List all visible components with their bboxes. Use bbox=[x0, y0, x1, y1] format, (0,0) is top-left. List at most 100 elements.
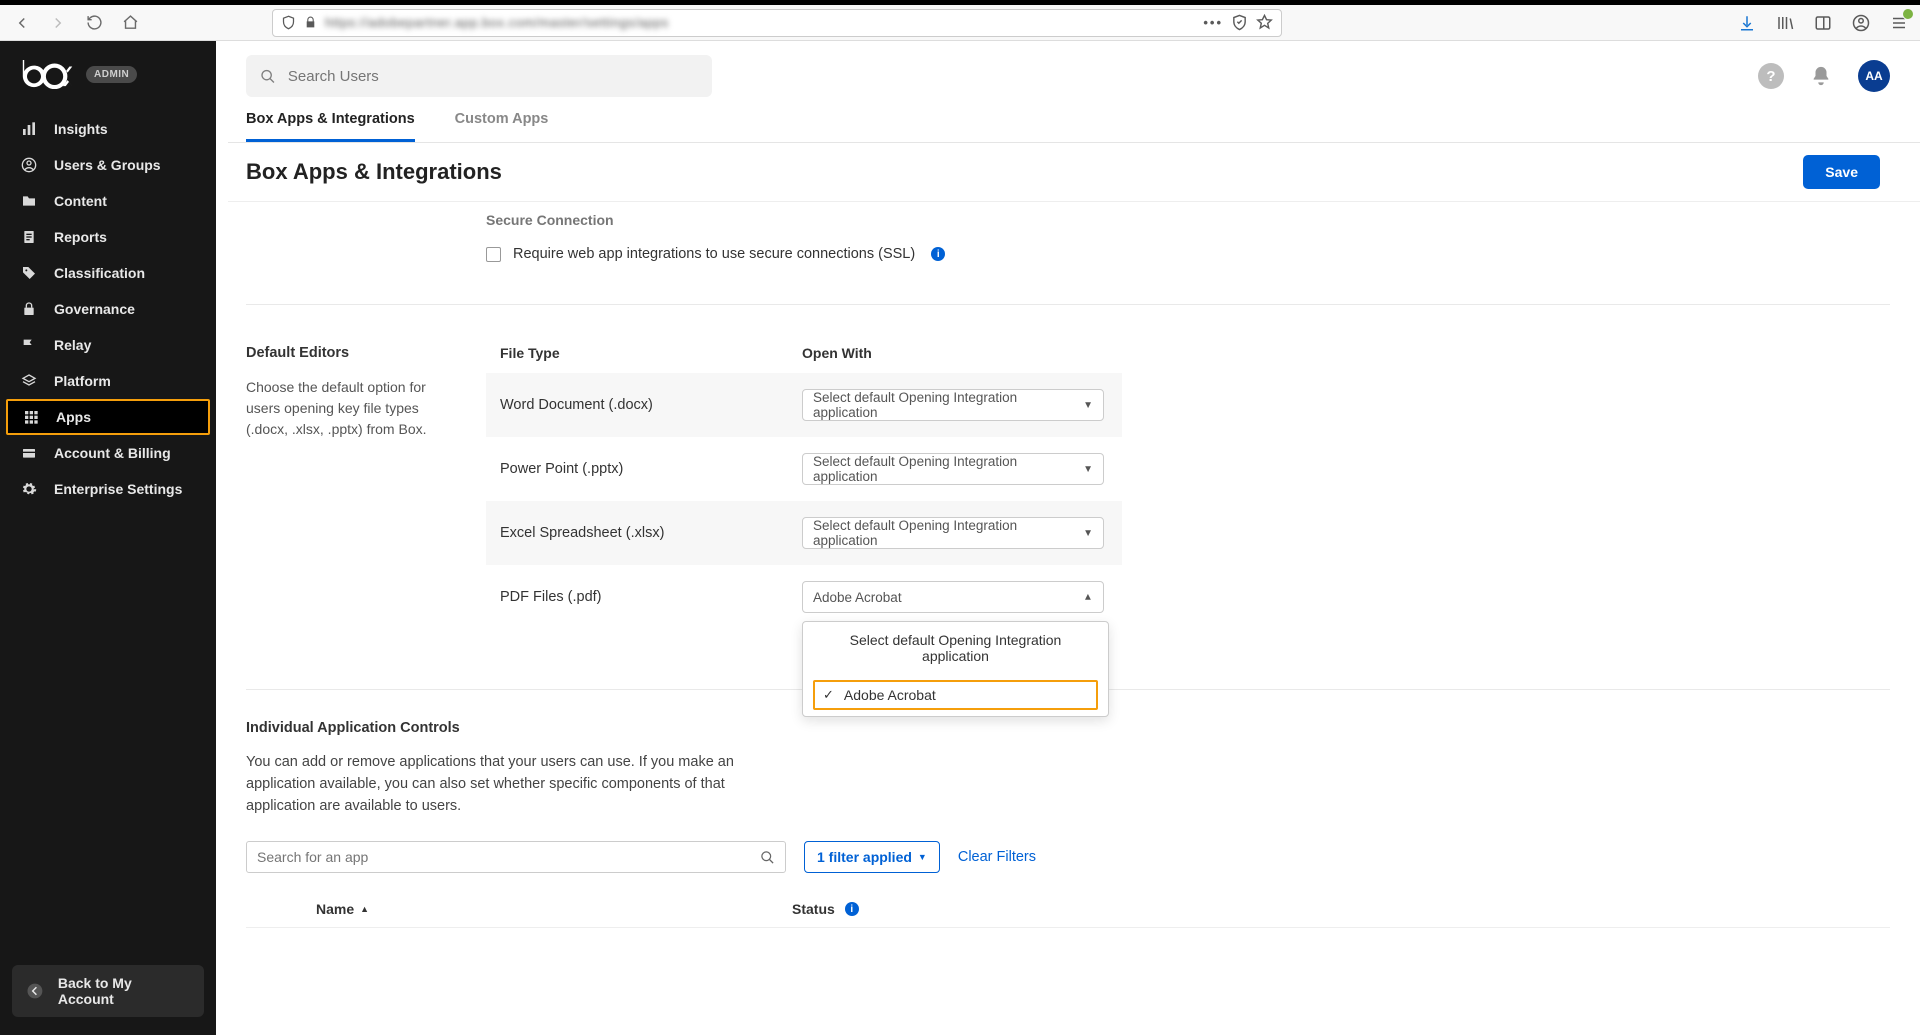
sidebar-item-settings[interactable]: Enterprise Settings bbox=[0, 471, 216, 507]
sidebar-toggle-icon[interactable] bbox=[1810, 10, 1836, 36]
browser-forward-button[interactable] bbox=[44, 9, 72, 37]
tab-custom-apps[interactable]: Custom Apps bbox=[455, 111, 549, 142]
browser-back-button[interactable] bbox=[8, 9, 36, 37]
open-with-dropdown: Select default Opening Integration appli… bbox=[802, 621, 1109, 717]
main-content: ? AA Box Apps & Integrations Custom Apps… bbox=[216, 41, 1920, 1035]
back-label: Back to My Account bbox=[58, 975, 190, 1007]
avatar[interactable]: AA bbox=[1858, 60, 1890, 92]
lock-icon bbox=[304, 16, 317, 29]
tab-box-apps[interactable]: Box Apps & Integrations bbox=[246, 111, 415, 142]
sidebar-item-billing[interactable]: Account & Billing bbox=[0, 435, 216, 471]
file-type-label: Excel Spreadsheet (.xlsx) bbox=[500, 525, 802, 541]
platform-icon bbox=[20, 372, 38, 390]
sidebar-item-platform[interactable]: Platform bbox=[0, 363, 216, 399]
box-logo bbox=[20, 59, 76, 89]
save-button[interactable]: Save bbox=[1803, 155, 1880, 189]
sidebar-item-label: Relay bbox=[54, 337, 91, 353]
individual-app-controls-section: Individual Application Controls You can … bbox=[246, 720, 1890, 928]
page-header: Box Apps & Integrations Save bbox=[228, 143, 1920, 202]
browser-home-button[interactable] bbox=[116, 9, 144, 37]
more-icon[interactable]: ••• bbox=[1203, 15, 1223, 30]
info-icon[interactable]: i bbox=[845, 902, 859, 916]
sidebar-item-reports[interactable]: Reports bbox=[0, 219, 216, 255]
editors-heading: Default Editors bbox=[246, 345, 458, 361]
sidebar-item-content[interactable]: Content bbox=[0, 183, 216, 219]
file-type-label: Word Document (.docx) bbox=[500, 397, 802, 413]
sort-asc-icon: ▲ bbox=[360, 904, 369, 914]
hamburger-menu-icon[interactable] bbox=[1886, 10, 1912, 36]
sidebar-item-label: Classification bbox=[54, 265, 145, 281]
open-with-select-pdf[interactable]: Adobe Acrobat ▼ bbox=[802, 581, 1104, 613]
app-table-header: Name ▲ Status i bbox=[246, 873, 1890, 928]
editor-row-docx: Word Document (.docx) Select default Ope… bbox=[486, 373, 1122, 437]
notifications-icon[interactable] bbox=[1808, 63, 1834, 89]
sidebar-item-label: Insights bbox=[54, 121, 108, 137]
check-icon: ✓ bbox=[823, 687, 834, 703]
folder-icon bbox=[20, 192, 38, 210]
sidebar-item-label: Enterprise Settings bbox=[54, 481, 182, 497]
sidebar-item-label: Reports bbox=[54, 229, 107, 245]
library-icon[interactable] bbox=[1772, 10, 1798, 36]
app-search-input[interactable] bbox=[257, 849, 760, 865]
topbar: ? AA bbox=[228, 41, 1920, 97]
open-with-select-pptx[interactable]: Select default Opening Integration appli… bbox=[802, 453, 1104, 485]
chevron-down-icon: ▼ bbox=[1083, 528, 1093, 539]
account-icon[interactable] bbox=[1848, 10, 1874, 36]
dropdown-option-default[interactable]: Select default Opening Integration appli… bbox=[803, 622, 1108, 674]
option-label: Adobe Acrobat bbox=[844, 687, 936, 703]
col-status-header[interactable]: Status i bbox=[792, 901, 859, 917]
apps-grid-icon bbox=[22, 408, 40, 426]
report-icon bbox=[20, 228, 38, 246]
search-icon bbox=[760, 850, 775, 865]
editors-desc: Choose the default option for users open… bbox=[246, 377, 458, 440]
col-status-label: Status bbox=[792, 901, 835, 917]
chevron-up-icon: ▼ bbox=[1083, 591, 1093, 602]
lock-icon bbox=[20, 300, 38, 318]
tabs: Box Apps & Integrations Custom Apps bbox=[228, 97, 1920, 143]
clear-filters-link[interactable]: Clear Filters bbox=[958, 849, 1036, 865]
url-text: https://adobepartner.app.box.com/master/… bbox=[325, 15, 669, 30]
secure-connection-section: Secure Connection Require web app integr… bbox=[246, 212, 1890, 305]
search-users-input[interactable] bbox=[288, 68, 698, 85]
user-icon bbox=[20, 156, 38, 174]
sidebar-item-governance[interactable]: Governance bbox=[0, 291, 216, 327]
ssl-label: Require web app integrations to use secu… bbox=[513, 246, 915, 262]
open-with-select-xlsx[interactable]: Select default Opening Integration appli… bbox=[802, 517, 1104, 549]
app-search[interactable] bbox=[246, 841, 786, 873]
gear-icon bbox=[20, 480, 38, 498]
bookmark-star-icon[interactable] bbox=[1256, 14, 1273, 31]
page-title: Box Apps & Integrations bbox=[246, 159, 502, 185]
section-heading: Secure Connection bbox=[486, 212, 1890, 228]
relay-icon bbox=[20, 336, 38, 354]
chevron-down-icon: ▼ bbox=[918, 852, 927, 862]
info-icon[interactable]: i bbox=[931, 247, 945, 261]
sidebar-item-label: Apps bbox=[56, 409, 91, 425]
sidebar-item-relay[interactable]: Relay bbox=[0, 327, 216, 363]
dropdown-option-acrobat[interactable]: ✓ Adobe Acrobat bbox=[813, 680, 1098, 710]
billing-icon bbox=[20, 444, 38, 462]
sidebar-item-classification[interactable]: Classification bbox=[0, 255, 216, 291]
editor-row-pdf: PDF Files (.pdf) Adobe Acrobat ▼ Select … bbox=[486, 565, 1122, 629]
sidebar-item-users[interactable]: Users & Groups bbox=[0, 147, 216, 183]
shield-icon bbox=[281, 15, 296, 30]
browser-refresh-button[interactable] bbox=[80, 9, 108, 37]
back-arrow-icon bbox=[26, 982, 44, 1000]
filter-button[interactable]: 1 filter applied ▼ bbox=[804, 841, 940, 873]
sidebar-item-label: Users & Groups bbox=[54, 157, 161, 173]
col-name-header[interactable]: Name ▲ bbox=[316, 901, 792, 917]
search-users[interactable] bbox=[246, 55, 712, 97]
browser-toolbar: https://adobepartner.app.box.com/master/… bbox=[0, 5, 1920, 41]
col-name-label: Name bbox=[316, 901, 354, 917]
chart-icon bbox=[20, 120, 38, 138]
help-icon[interactable]: ? bbox=[1758, 63, 1784, 89]
reader-icon[interactable] bbox=[1231, 14, 1248, 31]
ssl-checkbox[interactable] bbox=[486, 247, 501, 262]
back-to-account-button[interactable]: Back to My Account bbox=[12, 965, 204, 1017]
downloads-icon[interactable] bbox=[1734, 10, 1760, 36]
admin-sidebar: ADMIN Insights Users & Groups Content Re… bbox=[0, 41, 216, 1035]
sidebar-item-insights[interactable]: Insights bbox=[0, 111, 216, 147]
col-open-with: Open With bbox=[802, 345, 872, 361]
url-bar[interactable]: https://adobepartner.app.box.com/master/… bbox=[272, 9, 1282, 37]
sidebar-item-apps[interactable]: Apps bbox=[6, 399, 210, 435]
open-with-select-docx[interactable]: Select default Opening Integration appli… bbox=[802, 389, 1104, 421]
